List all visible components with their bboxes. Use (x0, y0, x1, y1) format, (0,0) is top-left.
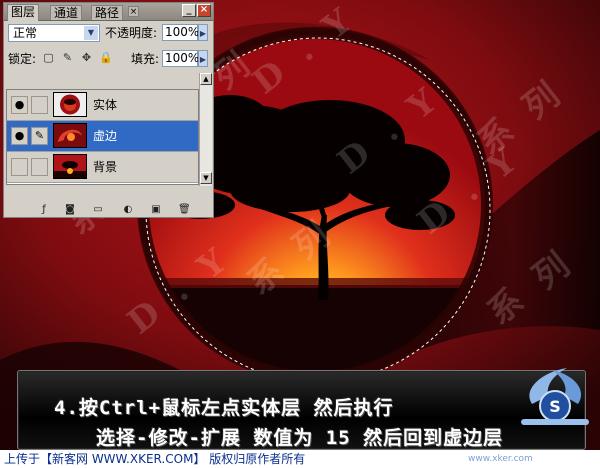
layer-mask-icon[interactable]: ◙ (64, 204, 76, 216)
caption-line-2: 选择-修改-扩展 数值为 15 然后回到虚边层 (96, 427, 504, 449)
opacity-arrow-icon[interactable]: ▶ (198, 24, 208, 41)
tab-layers[interactable]: 图层 (7, 4, 40, 21)
layer-thumbnail (53, 92, 87, 117)
site-logo-icon: S (521, 368, 589, 425)
tab-paths-label: 路径 (95, 6, 120, 20)
link-box[interactable] (31, 96, 48, 114)
tab-layers-label: 图层 (11, 5, 36, 19)
layer-style-icon[interactable]: ƒ (38, 204, 50, 216)
blend-mode-value: 正常 (13, 26, 38, 40)
layer-thumbnail (53, 123, 87, 148)
fill-input[interactable]: 100% (162, 50, 200, 67)
lock-transparent-icon[interactable]: ▢ (42, 51, 55, 64)
close-button[interactable]: × (197, 4, 211, 17)
palette-tab-bar: 图层 通道 路径 × _ × (4, 3, 213, 21)
link-box[interactable] (31, 158, 48, 176)
lock-move-icon[interactable]: ✥ (80, 51, 93, 64)
tab-channels[interactable]: 通道 (50, 5, 83, 20)
lock-brush-icon[interactable]: ✎ (61, 51, 74, 64)
layers-list: ● 实体 ● ✎ 虚边 背景 (6, 89, 199, 185)
new-group-icon[interactable]: ▭ (92, 204, 104, 216)
layer-thumbnail (53, 154, 87, 179)
lock-label: 锁定: (8, 52, 37, 66)
fill-value: 100% (165, 51, 200, 65)
caption-line-1: 4.按Ctrl+鼠标左点实体层 然后执行 (54, 397, 394, 419)
lock-all-icon[interactable]: 🔒 (99, 51, 113, 64)
layer-name: 虚边 (93, 129, 118, 143)
layer-name: 实体 (93, 98, 118, 112)
footer-text: 上传于【新客网 WWW.XKER.COM】 版权归原作者所有 (4, 452, 306, 466)
palette-footer: ƒ ◙ ▭ ◐ ▣ 🗑 (4, 203, 213, 217)
tab-paths[interactable]: 路径 (91, 5, 124, 20)
footer-signature: www.xker.com (468, 454, 533, 464)
layer-row-background[interactable]: 背景 (7, 152, 198, 183)
logo-letter: S (549, 397, 561, 416)
scroll-down-icon[interactable]: ▼ (200, 172, 212, 184)
eye-icon[interactable]: ● (11, 96, 28, 114)
fill-arrow-icon[interactable]: ▶ (198, 50, 208, 67)
brush-icon[interactable]: ✎ (31, 127, 48, 145)
opacity-input[interactable]: 100% (162, 24, 200, 41)
blend-mode-select[interactable]: 正常 ▼ (8, 24, 100, 42)
trash-icon[interactable]: 🗑 (178, 204, 191, 216)
scroll-up-icon[interactable]: ▲ (200, 73, 212, 85)
blend-row: 正常 ▼ 不透明度: 100% ▶ (4, 23, 213, 47)
fill-label: 填充: (131, 52, 160, 66)
footer-bar: 上传于【新客网 WWW.XKER.COM】 版权归原作者所有 www.xker.… (0, 450, 600, 468)
new-layer-icon[interactable]: ▣ (150, 204, 162, 216)
layer-name: 背景 (93, 160, 118, 174)
eye-icon[interactable]: ● (11, 127, 28, 145)
layer-row-solid[interactable]: ● 实体 (7, 90, 198, 121)
layers-palette: 图层 通道 路径 × _ × 正常 ▼ 不透明度: 100% ▶ 锁定: ▢ ✎… (3, 2, 214, 218)
lock-row: 锁定: ▢ ✎ ✥ 🔒 填充: 100% ▶ (4, 47, 213, 71)
opacity-label: 不透明度: (105, 26, 158, 40)
instruction-caption: 4.按Ctrl+鼠标左点实体层 然后执行 选择-修改-扩展 数值为 15 然后回… (17, 370, 586, 450)
visibility-toggle[interactable] (11, 158, 28, 176)
chevron-down-icon: ▼ (84, 26, 98, 40)
adjustment-layer-icon[interactable]: ◐ (122, 204, 134, 216)
tab-close-icon[interactable]: × (128, 6, 139, 17)
opacity-value: 100% (165, 25, 200, 39)
minimize-button[interactable]: _ (182, 4, 196, 17)
tab-channels-label: 通道 (54, 6, 79, 20)
layer-row-feather[interactable]: ● ✎ 虚边 (7, 121, 198, 152)
layers-scrollbar[interactable]: ▲ ▼ (199, 73, 212, 186)
